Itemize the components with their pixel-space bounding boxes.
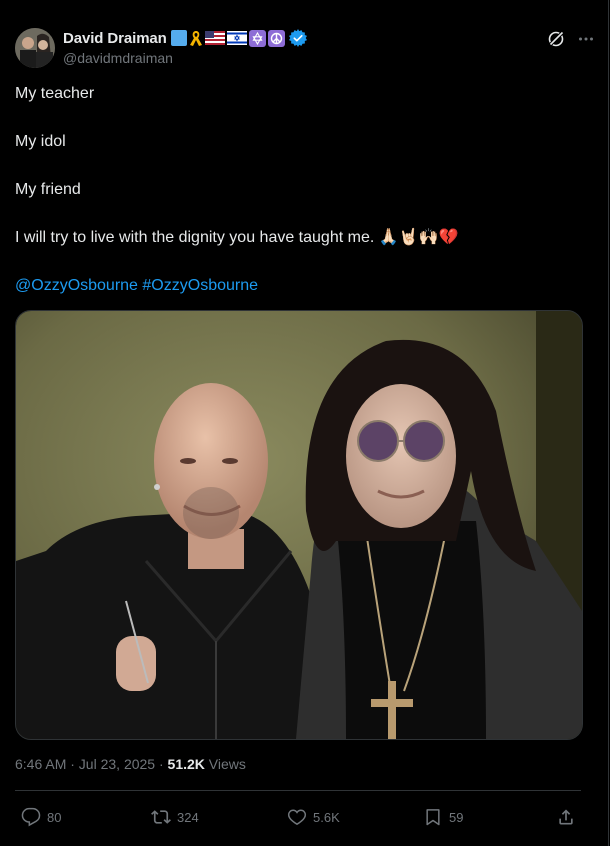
tweet-line: My idol (15, 133, 66, 150)
more-options-icon[interactable] (577, 30, 595, 48)
bookmark-button[interactable]: 59 (423, 802, 463, 832)
ribbon-icon (189, 30, 202, 46)
avatar[interactable] (15, 28, 55, 68)
bookmark-icon (426, 809, 440, 826)
name-row: David Draiman (63, 29, 307, 47)
grok-icon[interactable] (547, 30, 565, 48)
like-count: 5.6K (313, 809, 340, 825)
tweet-mentions[interactable]: @OzzyOsbourne #OzzyOsbourne (15, 276, 575, 296)
israel-flag-icon (226, 31, 247, 45)
bookmark-count: 59 (449, 809, 464, 825)
tweet-meta: 6:46 AM · Jul 23, 2025 · 51.2K Views (15, 756, 246, 772)
reply-button[interactable]: 80 (21, 802, 61, 832)
repost-button[interactable]: 324 (151, 802, 199, 832)
tweet-line: My teacher (15, 85, 95, 102)
like-button[interactable]: 5.6K (287, 802, 340, 832)
peace-symbol-icon (267, 29, 285, 47)
name-emojis (170, 29, 307, 47)
tweet-photo[interactable] (15, 310, 583, 740)
views-count: 51.2K (167, 756, 205, 772)
verified-badge-icon (288, 29, 307, 47)
header-actions (547, 30, 595, 48)
heart-icon (287, 809, 307, 826)
share-button[interactable] (556, 802, 576, 832)
blue-square-icon (170, 30, 187, 46)
timestamp[interactable]: 6:46 AM · Jul 23, 2025 · (15, 756, 168, 772)
tweet-text: My teacher My idol My friend I will try … (15, 84, 575, 324)
us-flag-icon (204, 31, 225, 45)
star-of-david-icon (248, 29, 266, 47)
action-bar: 80 324 5.6K 59 (15, 802, 581, 832)
share-icon (559, 809, 573, 825)
repost-icon (151, 810, 171, 824)
tweet-line: I will try to live with the dignity you … (15, 229, 459, 246)
display-name[interactable]: David Draiman (63, 30, 167, 47)
repost-count: 324 (177, 809, 199, 825)
tweet-card: David Draiman @davidmdraiman My teacher … (0, 0, 609, 846)
tweet-line: My friend (15, 181, 81, 198)
reply-icon (21, 807, 41, 827)
divider (15, 790, 581, 791)
views-label: Views (204, 756, 246, 772)
handle[interactable]: @davidmdraiman (63, 50, 173, 66)
reply-count: 80 (47, 809, 62, 825)
tweet-header: David Draiman @davidmdraiman (15, 27, 595, 69)
